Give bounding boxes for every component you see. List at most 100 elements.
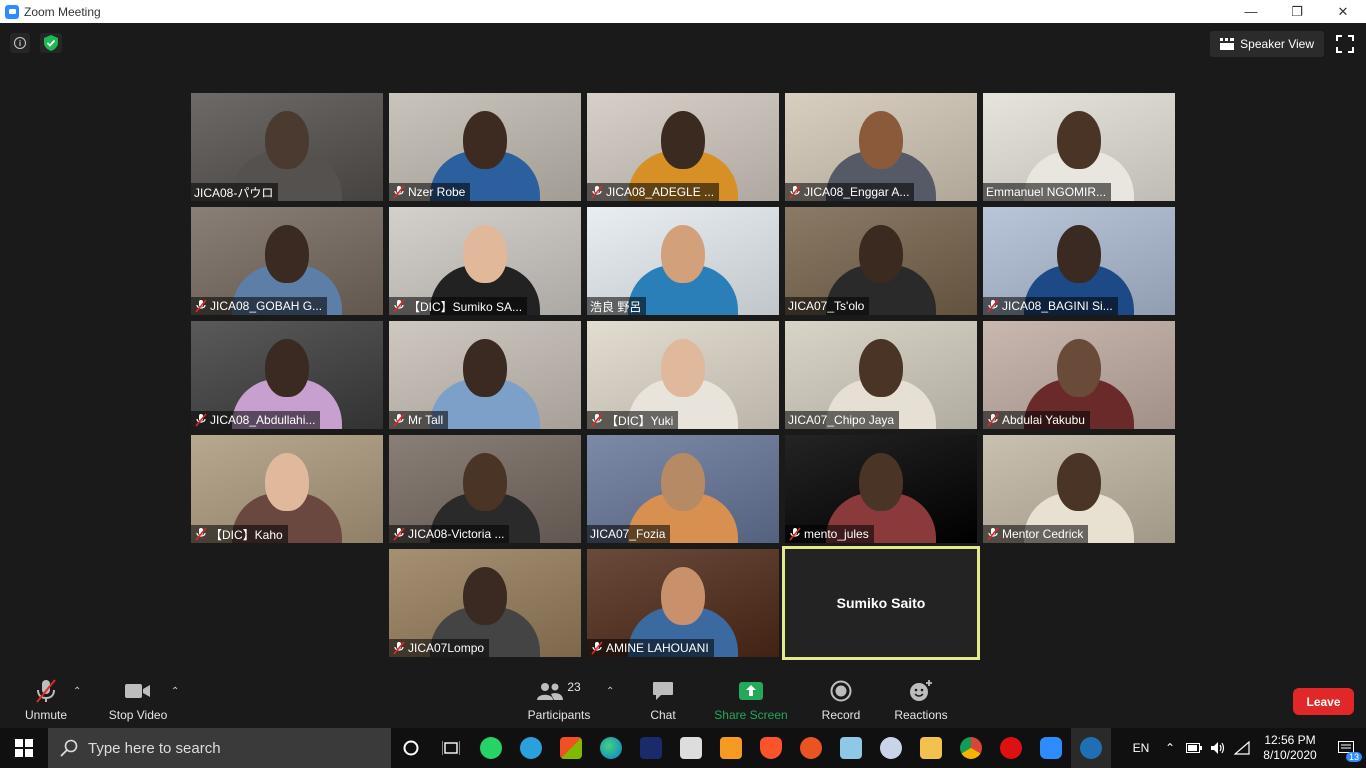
participant-video-tile[interactable]: JICA08_Abdullahi... (191, 321, 383, 429)
paint-app[interactable] (871, 728, 911, 768)
participant-video-tile[interactable]: JICA08-Victoria ... (389, 435, 581, 543)
network-wifi-icon[interactable] (1230, 741, 1254, 755)
file-explorer-app[interactable] (911, 728, 951, 768)
restore-button[interactable]: ❐ (1274, 0, 1320, 23)
participant-video-tile[interactable]: JICA07_Ts'olo (785, 207, 977, 315)
battery-icon[interactable] (1182, 743, 1206, 753)
calendar-icon (680, 737, 702, 759)
participant-name: Nzer Robe (408, 185, 466, 199)
participant-name-label: JICA08-Victoria ... (389, 525, 510, 543)
photos-app[interactable] (1071, 728, 1111, 768)
participant-video-tile[interactable]: JICA08_ADEGLE ... (587, 93, 779, 201)
participant-video-tile[interactable]: AMINE LAHOUANI (587, 549, 779, 657)
pdf-app[interactable] (711, 728, 751, 768)
participant-video-tile[interactable]: Emmanuel NGOMIR... (983, 93, 1175, 201)
participant-video-tile[interactable]: JICA08_GOBAH G... (191, 207, 383, 315)
participant-name: 【DIC】Kaho (210, 527, 283, 542)
participant-video-tile[interactable]: Mr Tall (389, 321, 581, 429)
audio-options-caret[interactable]: ⌃ (73, 686, 81, 697)
participants-button[interactable]: 23 Participants (524, 676, 594, 728)
chat-button[interactable]: Chat (645, 676, 681, 728)
participant-video-tile[interactable]: 浩良 野呂 (587, 207, 779, 315)
record-button[interactable]: Record (818, 676, 864, 728)
muted-mic-icon (393, 185, 405, 199)
brave-lion-icon (760, 737, 782, 759)
participant-video-tile[interactable]: JICA08_Enggar A... (785, 93, 977, 201)
zoom-app[interactable] (1031, 728, 1071, 768)
reactions-label: Reactions (894, 708, 948, 722)
share-screen-button[interactable]: Share Screen (713, 676, 789, 728)
brave-app[interactable] (751, 728, 791, 768)
cortana-button[interactable] (391, 728, 431, 768)
volume-icon[interactable] (1206, 741, 1230, 755)
action-center-button[interactable]: 13 (1326, 728, 1366, 768)
self-video-tile-active-speaker[interactable]: Sumiko Saito (782, 546, 980, 660)
unmute-button[interactable]: Unmute (22, 676, 70, 728)
start-button[interactable] (0, 728, 48, 768)
telegram-app[interactable] (511, 728, 551, 768)
task-view-button[interactable] (431, 728, 471, 768)
red-media-icon (1000, 737, 1022, 759)
participant-name-label: 【DIC】Kaho (191, 525, 288, 543)
microsoft-store-app[interactable] (551, 728, 591, 768)
chrome-app[interactable] (951, 728, 991, 768)
clock[interactable]: 12:56 PM 8/10/2020 (1254, 733, 1326, 763)
leave-button[interactable]: Leave (1293, 688, 1354, 715)
participant-video-tile[interactable]: Mentor Cedrick (983, 435, 1175, 543)
participant-face (463, 111, 507, 169)
cortana-circle-icon (403, 740, 419, 756)
stop-video-button[interactable]: Stop Video (106, 676, 170, 728)
participant-video-tile[interactable]: 【DIC】Yuki (587, 321, 779, 429)
video-options-caret[interactable]: ⌃ (171, 686, 179, 697)
participant-video-tile[interactable]: JICA07_Fozia (587, 435, 779, 543)
minimize-button[interactable]: — (1228, 0, 1274, 23)
meeting-info-button[interactable]: i (10, 33, 30, 53)
ubuntu-app[interactable] (791, 728, 831, 768)
fullscreen-icon[interactable] (1336, 35, 1354, 53)
participants-label: Participants (527, 708, 591, 722)
participant-name: Emmanuel NGOMIR... (986, 185, 1107, 199)
photos-mountain-icon (1080, 737, 1102, 759)
calendar-app[interactable] (671, 728, 711, 768)
participant-name: 浩良 野呂 (590, 299, 642, 314)
participants-options-caret[interactable]: ⌃ (606, 686, 614, 697)
participant-video-tile[interactable]: JICA07_Chipo Jaya (785, 321, 977, 429)
participant-face (1057, 453, 1101, 511)
edge-icon (600, 737, 622, 759)
reactions-button[interactable]: Reactions (893, 676, 949, 728)
winamp-app[interactable] (631, 728, 671, 768)
taskbar-search-box[interactable]: Type here to search (48, 728, 391, 768)
muted-mic-icon (591, 413, 603, 427)
language-indicator[interactable]: EN (1124, 741, 1158, 755)
participant-face (661, 567, 705, 625)
participant-video-tile[interactable]: Abdulai Yakubu (983, 321, 1175, 429)
muted-mic-icon (591, 185, 603, 199)
record-label: Record (821, 708, 861, 722)
speaker-view-label: Speaker View (1240, 37, 1314, 51)
windows-logo-icon (15, 739, 33, 757)
speaker-view-button[interactable]: Speaker View (1210, 31, 1324, 57)
whatsapp-app[interactable] (471, 728, 511, 768)
participant-video-tile[interactable]: JICA08-パウロ (191, 93, 383, 201)
edge-app[interactable] (591, 728, 631, 768)
participant-video-tile[interactable]: 【DIC】Sumiko SA... (389, 207, 581, 315)
participant-video-tile[interactable]: mento_jules (785, 435, 977, 543)
self-name: Sumiko Saito (836, 595, 926, 611)
media-app[interactable] (991, 728, 1031, 768)
participant-video-tile[interactable]: JICA07Lompo (389, 549, 581, 657)
encryption-button[interactable] (40, 33, 62, 53)
meeting-toolbar: Unmute ⌃ Stop Video ⌃ 23 Participants ⌃ (0, 676, 1366, 728)
show-hidden-icons-chevron-icon[interactable]: ⌃ (1158, 741, 1182, 755)
participant-name: JICA07Lompo (408, 641, 485, 655)
participant-video-tile[interactable]: 【DIC】Kaho (191, 435, 383, 543)
participant-face (661, 225, 705, 283)
participant-video-tile[interactable]: JICA08_BAGINI Si... (983, 207, 1175, 315)
participant-name: Abdulai Yakubu (1002, 413, 1085, 427)
participant-video-tile[interactable]: Nzer Robe (389, 93, 581, 201)
notes-icon (840, 737, 862, 759)
notes-app[interactable] (831, 728, 871, 768)
meeting-area: i Speaker View JICA08-パウロ Nzer Robe JICA08… (0, 23, 1366, 676)
close-button[interactable]: ✕ (1320, 0, 1366, 23)
title-bar: Zoom Meeting — ❐ ✕ (0, 0, 1366, 23)
participant-face (463, 567, 507, 625)
